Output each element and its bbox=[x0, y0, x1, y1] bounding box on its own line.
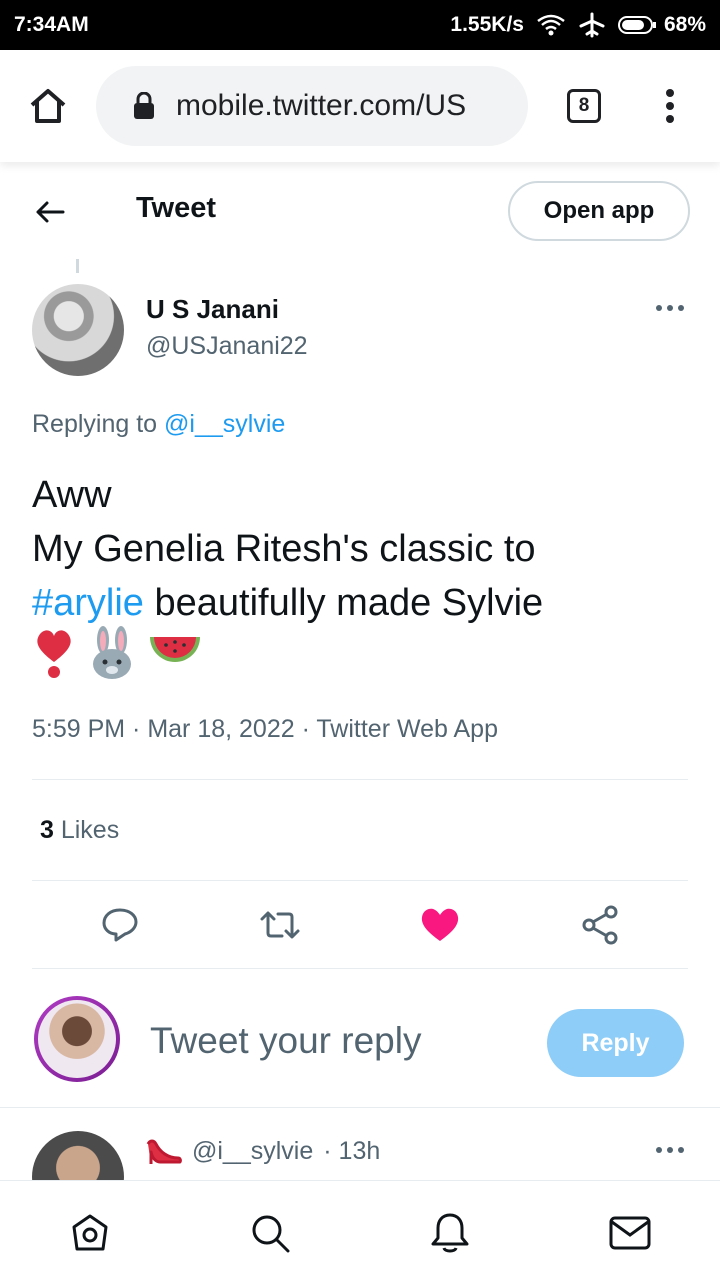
reply-handle[interactable]: @i__sylvie bbox=[192, 1137, 313, 1166]
nav-messages[interactable] bbox=[608, 1211, 652, 1255]
author-name[interactable]: U S Janani bbox=[146, 294, 279, 325]
more-horizontal-icon bbox=[656, 1147, 684, 1153]
url-text: mobile.twitter.com/US bbox=[176, 89, 467, 122]
bottom-navigation bbox=[0, 1180, 720, 1280]
tab-count: 8 bbox=[567, 89, 601, 123]
lock-icon bbox=[134, 92, 154, 119]
hashtag-link[interactable]: #arylie bbox=[32, 582, 144, 624]
replying-prefix: Replying to bbox=[32, 410, 158, 438]
browser-toolbar: mobile.twitter.com/US 8 bbox=[0, 50, 720, 162]
replying-mention-link[interactable]: @i__sylvie bbox=[164, 410, 285, 438]
mail-icon bbox=[609, 1216, 651, 1250]
my-avatar[interactable] bbox=[34, 996, 120, 1082]
page-title: Tweet bbox=[136, 192, 217, 224]
tweet-page-header: Tweet Open app bbox=[0, 162, 720, 260]
likes-label: Likes bbox=[53, 816, 120, 844]
high-heel-icon bbox=[146, 1139, 182, 1164]
address-bar[interactable]: mobile.twitter.com/US bbox=[96, 66, 528, 146]
nav-home[interactable] bbox=[68, 1211, 112, 1255]
arrow-left-icon bbox=[36, 201, 65, 223]
reply-icon bbox=[102, 908, 138, 942]
status-bar: 7:34AM 1.55K/s 68% bbox=[0, 0, 720, 50]
reply-header: @i__sylvie · 13h bbox=[146, 1136, 380, 1166]
home-button[interactable] bbox=[0, 50, 96, 162]
watermelon-icon bbox=[150, 637, 200, 662]
share-action-button[interactable] bbox=[575, 900, 625, 950]
tweet-actions bbox=[0, 900, 720, 950]
like-action-button[interactable] bbox=[415, 900, 465, 950]
divider bbox=[32, 880, 688, 881]
tweet-emojis bbox=[32, 626, 202, 680]
likes-count-link[interactable]: 3 Likes bbox=[40, 816, 119, 845]
reply-more-button[interactable] bbox=[652, 1138, 688, 1162]
replying-to: Replying to @i__sylvie bbox=[32, 410, 285, 439]
tweet-text: Aww My Genelia Ritesh's classic to #aryl… bbox=[32, 468, 692, 630]
share-icon bbox=[582, 905, 618, 945]
tweet-text-line: My Genelia Ritesh's classic to bbox=[32, 528, 536, 570]
wifi-icon bbox=[536, 13, 566, 37]
tab-switcher-button[interactable]: 8 bbox=[528, 50, 640, 162]
search-icon bbox=[252, 1215, 290, 1253]
divider bbox=[32, 968, 688, 969]
rabbit-face-icon bbox=[93, 626, 131, 679]
reply-input[interactable]: Tweet your reply bbox=[150, 1020, 421, 1062]
more-horizontal-icon bbox=[656, 305, 684, 311]
back-button[interactable] bbox=[30, 192, 70, 232]
nav-search[interactable] bbox=[248, 1211, 292, 1255]
reply-time: · 13h bbox=[323, 1136, 381, 1165]
tweet-text-fragment: beautifully made Sylvie bbox=[143, 582, 544, 624]
author-avatar[interactable] bbox=[32, 284, 124, 376]
bell-icon bbox=[431, 1213, 469, 1253]
browser-menu-button[interactable] bbox=[640, 50, 700, 162]
more-vertical-icon bbox=[666, 89, 674, 123]
retweet-action-button[interactable] bbox=[255, 900, 305, 950]
tweet-text-line: #arylie beautifully made Sylvie bbox=[32, 576, 692, 630]
home-icon bbox=[72, 1214, 108, 1251]
author-handle[interactable]: @USJanani22 bbox=[146, 332, 308, 361]
reply-button[interactable]: Reply bbox=[547, 1009, 684, 1077]
reply-action-button[interactable] bbox=[95, 900, 145, 950]
open-app-button[interactable]: Open app bbox=[508, 181, 690, 241]
home-icon bbox=[30, 89, 66, 123]
heart-exclamation-icon bbox=[37, 630, 71, 678]
status-time: 7:34AM bbox=[14, 13, 89, 36]
nav-notifications[interactable] bbox=[428, 1211, 472, 1255]
battery-icon: 68% bbox=[617, 13, 706, 37]
thread-connector bbox=[76, 259, 79, 273]
network-speed: 1.55K/s bbox=[450, 13, 524, 36]
retweet-icon bbox=[260, 911, 300, 939]
divider bbox=[0, 1107, 720, 1108]
heart-filled-icon bbox=[421, 908, 459, 941]
airplane-icon bbox=[578, 12, 606, 38]
tweet-timestamp[interactable]: 5:59 PM · Mar 18, 2022 · Twitter Web App bbox=[32, 715, 498, 744]
tweet-more-button[interactable] bbox=[652, 296, 688, 320]
tweet-text-line: Aww bbox=[32, 474, 112, 516]
battery-percent: 68% bbox=[663, 13, 706, 36]
divider bbox=[32, 779, 688, 780]
likes-count: 3 bbox=[40, 816, 54, 844]
